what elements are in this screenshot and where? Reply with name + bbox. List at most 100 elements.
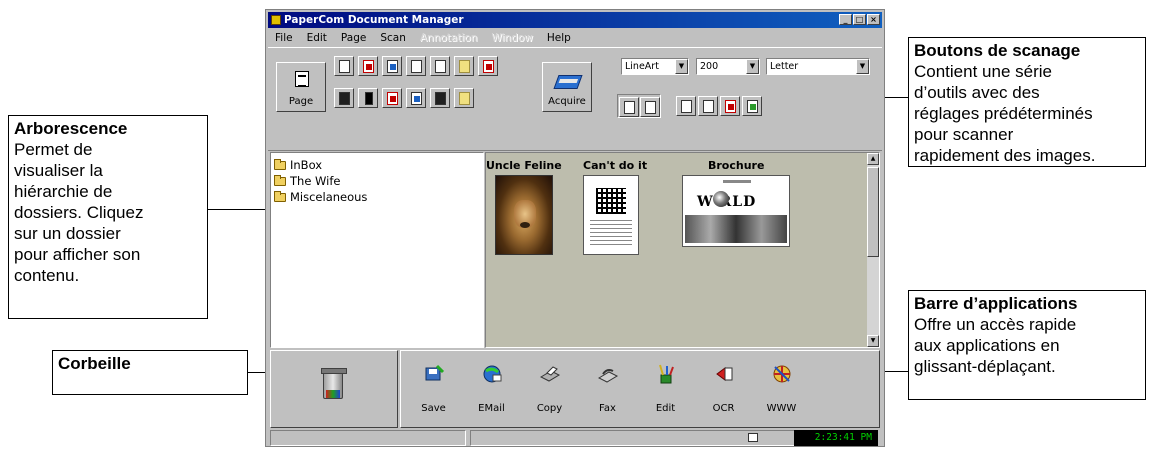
scan-preset-2-button[interactable] xyxy=(698,96,718,116)
vertical-scrollbar[interactable]: ▲ ▼ xyxy=(867,153,879,347)
menu-page[interactable]: Page xyxy=(336,30,371,46)
view-thumbnails-tool[interactable] xyxy=(358,88,378,108)
folder-tree: InBox The Wife Miscelaneous xyxy=(270,152,484,348)
close-button[interactable]: × xyxy=(867,14,880,25)
globe-icon xyxy=(713,191,729,207)
remove-page-tool[interactable] xyxy=(478,56,498,76)
tree-item-the-wife[interactable]: The Wife xyxy=(274,173,480,189)
scan-doc-icon xyxy=(681,100,692,113)
callout-line: dossiers. Cliquez xyxy=(14,203,144,222)
tree-item-inbox[interactable]: InBox xyxy=(274,157,480,173)
annotate-page-icon xyxy=(459,60,470,73)
scroll-down-arrow[interactable]: ▼ xyxy=(867,335,879,347)
thumbnail-brochure[interactable]: W RLD xyxy=(682,175,790,247)
view-thumbnails-icon xyxy=(365,92,373,105)
scan-image-icon xyxy=(747,100,758,113)
callout-line: Contient une série xyxy=(914,62,1052,81)
fax-icon xyxy=(597,369,619,383)
clock-display: 2:23:41 PM xyxy=(794,430,878,446)
window-controls: _ □ × xyxy=(839,14,880,25)
status-pane-main xyxy=(270,430,466,446)
paste-page-tool[interactable] xyxy=(406,56,426,76)
app-ocr-label: OCR xyxy=(712,403,735,414)
chevron-down-icon[interactable]: ▼ xyxy=(746,59,759,74)
folder-icon xyxy=(274,174,286,186)
tree-item-label: The Wife xyxy=(290,174,341,188)
app-fax[interactable]: Fax xyxy=(579,351,636,429)
menu-scan[interactable]: Scan xyxy=(375,30,411,46)
scan-preset-1-button[interactable] xyxy=(676,96,696,116)
single-sided-button[interactable] xyxy=(619,97,639,117)
stack-page-tool[interactable] xyxy=(430,88,450,108)
app-save-label: Save xyxy=(421,403,446,414)
app-email[interactable]: EMail xyxy=(463,351,520,429)
new-page-icon xyxy=(339,60,350,73)
view-single-tool[interactable] xyxy=(334,88,354,108)
callout-arborescence: Arborescence Permet de visualiser la hié… xyxy=(8,115,208,319)
delete-page-tool[interactable] xyxy=(358,56,378,76)
thumbnail-uncle-feline[interactable] xyxy=(495,175,553,255)
menu-file[interactable]: File xyxy=(270,30,298,46)
paper-size-select[interactable]: Letter ▼ xyxy=(766,58,870,75)
app-ocr[interactable]: OCR xyxy=(695,351,752,429)
scan-color-icon xyxy=(725,100,736,113)
text-lines-graphic xyxy=(590,220,632,248)
app-fax-label: Fax xyxy=(599,403,616,414)
copy-page-icon xyxy=(387,60,398,73)
page-button[interactable]: Page xyxy=(276,62,326,112)
ocr-icon xyxy=(716,367,733,381)
thumbnail-cant-do-it[interactable] xyxy=(583,175,639,255)
multi-page-icon xyxy=(645,101,656,114)
app-www[interactable]: WWW xyxy=(753,351,810,429)
chevron-down-icon[interactable]: ▼ xyxy=(856,59,869,74)
callout-arborescence-title: Arborescence xyxy=(14,119,128,138)
menu-edit[interactable]: Edit xyxy=(302,30,332,46)
trash-bin[interactable] xyxy=(270,350,398,428)
tree-item-miscelaneous[interactable]: Miscelaneous xyxy=(274,189,480,205)
scan-preset-3-button[interactable] xyxy=(720,96,740,116)
app-edit[interactable]: Edit xyxy=(637,351,694,429)
toolbar: Page Acquire LineArt ▼ 200 ▼ Letter ▼ xyxy=(268,47,882,151)
scroll-up-arrow[interactable]: ▲ xyxy=(867,153,879,165)
callout-line: sur un dossier xyxy=(14,224,121,243)
callout-boutons-scanage: Boutons de scanage Contient une série d’… xyxy=(908,37,1146,167)
window-title: PaperCom Document Manager xyxy=(284,14,464,26)
callout-boutons-title: Boutons de scanage xyxy=(914,41,1081,60)
app-copy[interactable]: Copy xyxy=(521,351,578,429)
annotate-page-tool[interactable] xyxy=(454,56,474,76)
status-page-icon xyxy=(748,433,758,442)
unstack-page-tool[interactable] xyxy=(454,88,474,108)
maximize-button[interactable]: □ xyxy=(853,14,866,25)
acquire-button[interactable]: Acquire xyxy=(542,62,592,112)
title-bar[interactable]: PaperCom Document Manager _ □ × xyxy=(268,12,882,28)
rotate-page-tool[interactable] xyxy=(382,88,402,108)
page-button-label: Page xyxy=(288,96,314,107)
app-save[interactable]: Save xyxy=(405,351,462,429)
callout-line: pour scanner xyxy=(914,125,1014,144)
callout-barre-title: Barre d’applications xyxy=(914,294,1078,313)
callout-line: réglages prédéterminés xyxy=(914,104,1093,123)
scan-photo-icon xyxy=(703,100,714,113)
split-page-icon xyxy=(435,60,446,73)
multi-page-button[interactable] xyxy=(640,97,660,117)
paper-size-value: Letter xyxy=(770,61,799,72)
chevron-down-icon[interactable]: ▼ xyxy=(675,59,688,74)
trash-icon xyxy=(321,368,347,399)
scan-mode-select[interactable]: LineArt ▼ xyxy=(621,58,689,75)
minimize-button[interactable]: _ xyxy=(839,14,852,25)
flip-page-tool[interactable] xyxy=(406,88,426,108)
tree-item-label: Miscelaneous xyxy=(290,190,368,204)
new-page-tool[interactable] xyxy=(334,56,354,76)
resolution-select[interactable]: 200 ▼ xyxy=(696,58,760,75)
edit-tools-icon xyxy=(659,364,674,384)
callout-corbeille-title: Corbeille xyxy=(58,354,131,373)
split-page-tool[interactable] xyxy=(430,56,450,76)
scan-preset-4-button[interactable] xyxy=(742,96,762,116)
scroll-thumb[interactable] xyxy=(867,167,879,257)
callout-line: Offre un accès rapide xyxy=(914,315,1077,334)
copy-page-tool[interactable] xyxy=(382,56,402,76)
resolution-value: 200 xyxy=(700,61,719,72)
doc-title-brochure: Brochure xyxy=(708,159,765,172)
menu-help[interactable]: Help xyxy=(542,30,576,46)
email-icon xyxy=(483,365,502,383)
